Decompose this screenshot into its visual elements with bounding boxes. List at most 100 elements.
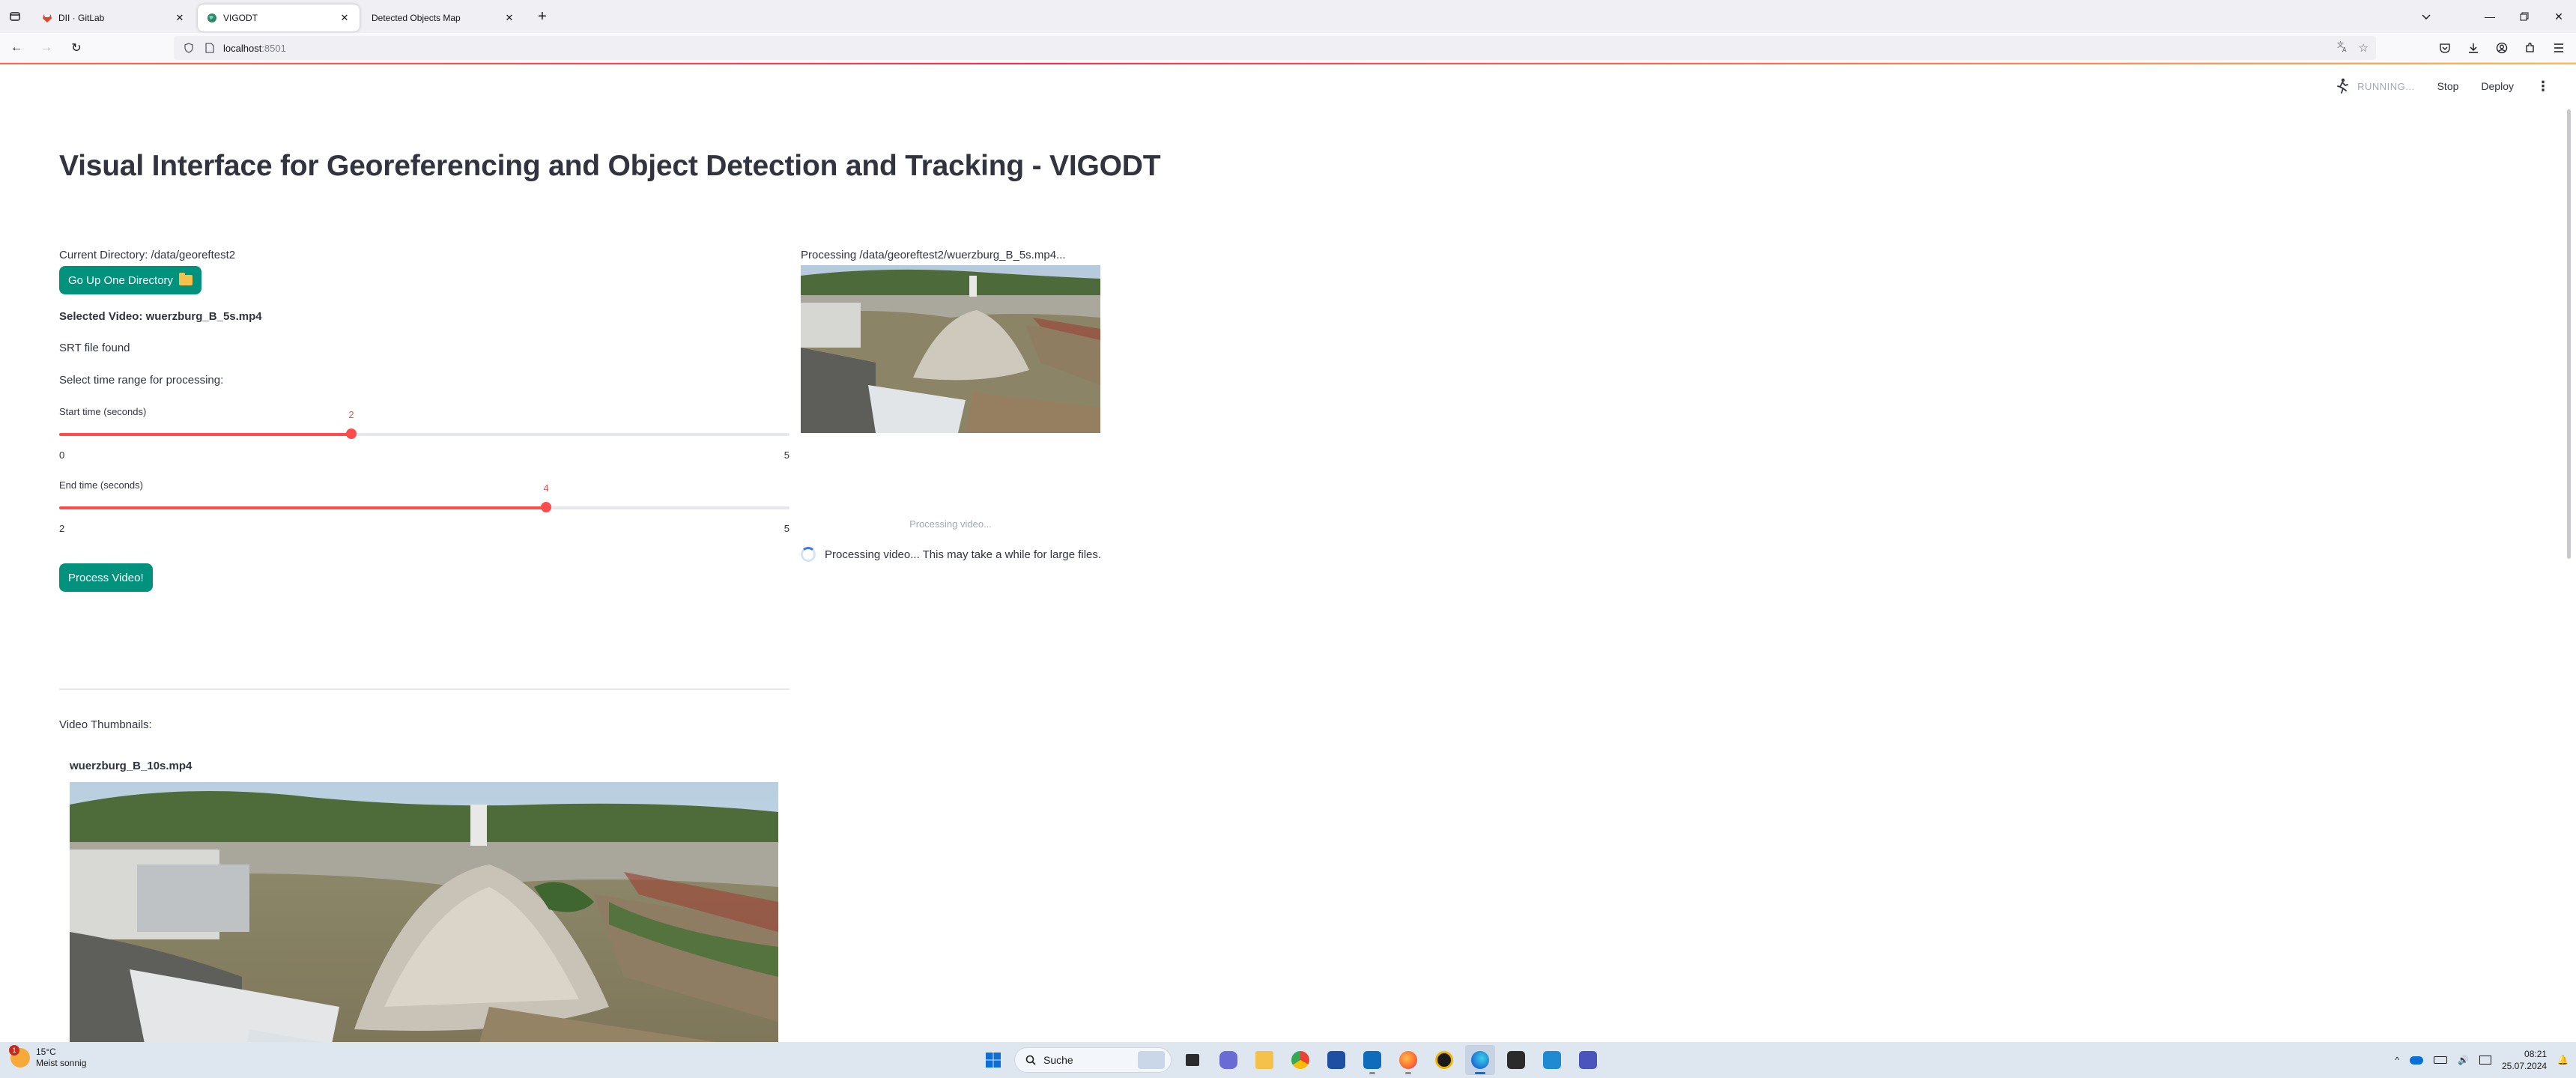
weather-widget[interactable]: 1 15°C Meist sonnig xyxy=(9,1045,87,1069)
stop-button[interactable]: Stop xyxy=(2437,80,2459,92)
edge-icon[interactable] xyxy=(1465,1045,1495,1075)
volume-icon[interactable]: 🔊 xyxy=(2458,1055,2469,1065)
reload-icon[interactable]: ↻ xyxy=(63,34,90,61)
system-tray: ^ 🔊 08:21 25.07.2024 🔔 xyxy=(2395,1042,2569,1078)
main-menu-icon[interactable]: ⋮ xyxy=(2536,79,2550,94)
terminal-icon[interactable] xyxy=(1501,1045,1531,1075)
chevron-down-icon[interactable] xyxy=(2411,0,2441,33)
processing-path-text: Processing /data/georeftest2/wuerzburg_B… xyxy=(801,249,1066,261)
minimize-icon[interactable]: — xyxy=(2473,0,2507,33)
chevron-up-icon[interactable]: ^ xyxy=(2395,1055,2399,1065)
start-time-label: Start time (seconds) xyxy=(59,406,147,417)
selected-video-text: Selected Video: wuerzburg_B_5s.mp4 xyxy=(59,310,262,323)
running-indicator xyxy=(1369,1072,1375,1074)
teams-icon[interactable] xyxy=(1573,1045,1603,1075)
svg-text:A: A xyxy=(2342,46,2347,52)
processing-preview-image xyxy=(801,265,1100,433)
browser-tab-map[interactable]: Detected Objects Map ✕ xyxy=(363,4,524,31)
search-icon xyxy=(1025,1055,1036,1065)
browser-tab-bar: DII · GitLab ✕ VIGODT ✕ Detected Objects… xyxy=(0,0,2576,33)
chrome-icon[interactable] xyxy=(1285,1045,1315,1075)
downloads-icon[interactable] xyxy=(2462,37,2485,59)
go-up-directory-button[interactable]: Go Up One Directory xyxy=(59,266,202,294)
close-window-icon[interactable]: ✕ xyxy=(2542,0,2576,33)
tab-list-icon[interactable] xyxy=(0,0,30,33)
browser-tab-vigodt[interactable]: VIGODT ✕ xyxy=(198,4,360,31)
windows-start-icon[interactable] xyxy=(978,1045,1008,1075)
globe-icon xyxy=(207,13,217,23)
account-icon[interactable] xyxy=(2491,37,2513,59)
pocket-icon[interactable] xyxy=(2434,37,2456,59)
process-video-label: Process Video! xyxy=(68,571,144,584)
running-status: RUNNING... xyxy=(2335,78,2415,94)
page-title: Visual Interface for Georeferencing and … xyxy=(59,150,1161,182)
tab-close-icon[interactable]: ✕ xyxy=(339,12,351,24)
onepassword-icon[interactable] xyxy=(1429,1045,1459,1075)
notifications-bell-icon[interactable]: 🔔 xyxy=(2557,1055,2569,1065)
store-icon[interactable] xyxy=(1321,1045,1351,1075)
back-icon[interactable]: ← xyxy=(3,34,30,61)
firefox-icon[interactable] xyxy=(1393,1045,1423,1075)
vscode-icon[interactable] xyxy=(1537,1045,1567,1075)
running-status-text: RUNNING... xyxy=(2357,80,2415,92)
tab-title: DII · GitLab xyxy=(58,13,105,23)
page-scrollbar[interactable] xyxy=(2562,64,2576,1043)
browser-tab-gitlab[interactable]: DII · GitLab ✕ xyxy=(33,4,195,31)
bookmark-star-icon[interactable]: ☆ xyxy=(2359,41,2369,55)
slider-track[interactable]: 4 xyxy=(59,482,790,512)
tab-close-icon[interactable]: ✕ xyxy=(174,12,186,24)
slider-thumb[interactable]: 2 xyxy=(346,409,357,439)
slider-value: 2 xyxy=(348,409,354,420)
current-directory-text: Current Directory: /data/georeftest2 xyxy=(59,249,236,261)
spinner-icon xyxy=(801,547,816,562)
preview-caption: Processing video... xyxy=(909,518,992,530)
section-divider xyxy=(59,688,790,690)
notification-badge: 1 xyxy=(9,1045,19,1056)
onedrive-icon[interactable] xyxy=(2410,1056,2424,1065)
srt-status-text: SRT file found xyxy=(59,342,130,354)
weather-text: Meist sonnig xyxy=(36,1058,87,1068)
process-video-button[interactable]: Process Video! xyxy=(59,563,153,592)
outlook-icon[interactable] xyxy=(1357,1045,1387,1075)
streamlit-toolbar: RUNNING... Stop Deploy ⋮ xyxy=(2335,78,2550,94)
video-thumbnail-image[interactable] xyxy=(70,782,778,1043)
slider-max-label: 5 xyxy=(784,449,790,461)
slider-fill xyxy=(59,506,546,509)
thumbnail-title: wuerzburg_B_10s.mp4 xyxy=(70,760,193,772)
search-highlight-icon xyxy=(1138,1051,1165,1069)
running-indicator xyxy=(1475,1072,1485,1074)
slider-min-label: 2 xyxy=(59,523,65,534)
translate-icon[interactable]: 文A xyxy=(2336,40,2348,55)
extensions-icon[interactable] xyxy=(2519,37,2542,59)
url-bar[interactable]: localhost:8501 文A ☆ xyxy=(174,36,2376,60)
new-tab-icon[interactable]: + xyxy=(530,4,554,28)
slider-track[interactable]: 2 xyxy=(59,409,790,439)
clock-date: 25.07.2024 xyxy=(2501,1061,2548,1071)
tab-title: Detected Objects Map xyxy=(372,13,461,23)
deploy-button[interactable]: Deploy xyxy=(2481,80,2514,92)
battery-icon[interactable] xyxy=(2434,1056,2448,1064)
taskbar-search[interactable]: Suche xyxy=(1014,1047,1172,1073)
restore-icon[interactable] xyxy=(2507,0,2542,33)
end-time-slider[interactable]: End time (seconds) 4 2 5 xyxy=(59,479,790,534)
tab-title: VIGODT xyxy=(223,13,258,23)
tab-close-icon[interactable]: ✕ xyxy=(503,12,515,24)
browser-navigation-bar: ← → ↻ localhost:8501 文A ☆ xyxy=(0,33,2576,63)
file-explorer-icon[interactable] xyxy=(1249,1045,1279,1075)
shield-icon xyxy=(181,40,196,55)
forward-icon[interactable]: → xyxy=(33,34,60,61)
page-icon xyxy=(202,40,217,55)
scrollbar-thumb[interactable] xyxy=(2567,109,2571,559)
url-port: :8501 xyxy=(261,42,286,54)
chat-icon[interactable] xyxy=(1213,1045,1243,1075)
slider-thumb[interactable]: 4 xyxy=(541,482,551,512)
hamburger-menu-icon[interactable] xyxy=(2548,37,2570,59)
start-time-slider[interactable]: Start time (seconds) 2 0 5 xyxy=(59,406,790,461)
slider-min-label: 0 xyxy=(59,449,65,461)
processing-spinner: Processing video... This may take a whil… xyxy=(801,547,1101,562)
task-view-icon[interactable] xyxy=(1178,1045,1207,1075)
clock[interactable]: 08:21 25.07.2024 xyxy=(2502,1048,2547,1072)
network-icon[interactable] xyxy=(2479,1056,2491,1065)
folder-icon xyxy=(179,273,193,285)
running-man-icon xyxy=(2337,78,2348,94)
